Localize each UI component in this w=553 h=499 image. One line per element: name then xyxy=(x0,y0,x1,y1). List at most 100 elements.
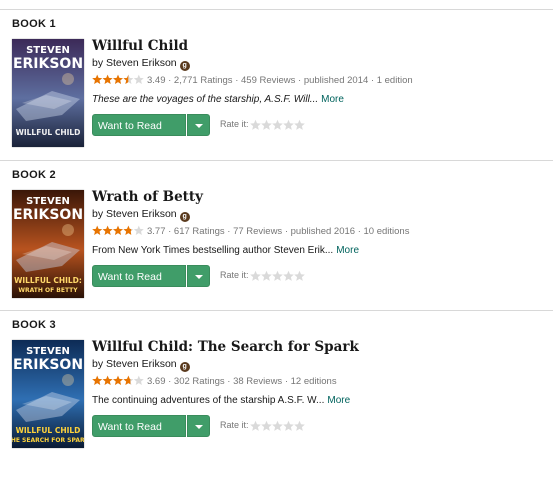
rating-meta: 3.77 · 617 Ratings · 77 Reviews · publis… xyxy=(92,225,547,240)
book-description: From New York Times bestselling author S… xyxy=(92,244,547,258)
book-title-link[interactable]: Willful Child: The Search for Spark xyxy=(92,339,547,356)
rating-stars-graphic xyxy=(92,375,144,386)
goodreads-author-badge-icon: g xyxy=(179,362,190,372)
cover-author-first-name: STEVEN xyxy=(26,346,70,357)
rate-star-icon[interactable] xyxy=(272,118,283,136)
want-to-read-button[interactable]: Want to Read xyxy=(92,114,186,136)
shelf-dropdown-button[interactable] xyxy=(187,265,210,287)
cover-author-first-name: STEVEN xyxy=(26,196,70,207)
shelf-actions: Want to Read Rate it: xyxy=(92,265,547,287)
shelf-dropdown-button[interactable] xyxy=(187,415,210,437)
book-info: Willful Child: The Search for Spark by S… xyxy=(92,339,547,437)
rate-star-icon[interactable] xyxy=(261,118,272,136)
rating-meta: 3.69 · 302 Ratings · 38 Reviews · 12 edi… xyxy=(92,375,547,390)
rate-it-label: Rate it: xyxy=(220,119,249,129)
goodreads-author-badge-icon: g xyxy=(179,61,190,71)
more-link[interactable]: More xyxy=(321,94,344,105)
star-icon xyxy=(102,74,113,85)
goodreads-author-badge-icon: g xyxy=(179,212,190,222)
rate-stars[interactable] xyxy=(250,118,305,136)
book-cover-art: STEVENERIKSON WILLFUL CHILD xyxy=(12,39,84,147)
average-rating-stars xyxy=(92,375,144,390)
book-cover-art: STEVENERIKSON WILLFUL CHILD: WRATH OF BETT… xyxy=(12,190,84,298)
caret-down-icon xyxy=(195,124,203,128)
by-label: by xyxy=(92,57,104,69)
star-icon xyxy=(113,375,123,386)
author-link[interactable]: Steven Erikson xyxy=(106,358,177,370)
book-description: The continuing adventures of the starshi… xyxy=(92,394,547,408)
author-line: by Steven Erikson g xyxy=(92,56,547,71)
cover-author-last-name: ERIKSON xyxy=(13,357,83,373)
rate-star-icon[interactable] xyxy=(250,419,261,437)
shelf-actions: Want to Read Rate it: xyxy=(92,114,547,136)
book-title-link[interactable]: Willful Child xyxy=(92,38,547,55)
rate-star-icon[interactable] xyxy=(250,269,261,287)
star-icon xyxy=(113,225,123,236)
cover-title-line: WILLFUL CHILD xyxy=(16,426,81,435)
book-number-label: BOOK 3 xyxy=(12,319,56,331)
rate-star-icon[interactable] xyxy=(283,118,294,136)
more-link[interactable]: More xyxy=(327,395,350,406)
star-icon xyxy=(133,74,144,85)
star-icon xyxy=(133,225,144,236)
rate-stars[interactable] xyxy=(250,419,305,437)
rating-stars-graphic xyxy=(92,225,144,236)
description-text: The continuing adventures of the starshi… xyxy=(92,395,325,406)
author-link[interactable]: Steven Erikson xyxy=(106,57,177,69)
rating-stats: 3.69 · 302 Ratings · 38 Reviews · 12 edi… xyxy=(147,376,337,387)
book-cover[interactable]: STEVEN ERIKSON WILLFUL CHILD: WRATH OF BETT… xyxy=(12,190,84,298)
rate-star-icon[interactable] xyxy=(261,419,272,437)
cover-title-line: WILLFUL CHILD xyxy=(16,128,81,137)
more-link[interactable]: More xyxy=(336,245,359,256)
book-cover[interactable]: STEVEN ERIKSON WILLFUL CHILD xyxy=(12,39,84,147)
by-label: by xyxy=(92,208,104,220)
cover-title-line: WILLFUL CHILD: xyxy=(14,276,82,285)
rate-star-icon[interactable] xyxy=(294,419,305,437)
by-label: by xyxy=(92,358,104,370)
author-link[interactable]: Steven Erikson xyxy=(106,208,177,220)
rate-it-label: Rate it: xyxy=(220,270,249,280)
rate-stars[interactable] xyxy=(250,269,305,287)
average-rating-stars xyxy=(92,225,144,240)
shelf-dropdown-button[interactable] xyxy=(187,114,210,136)
star-icon xyxy=(102,225,113,236)
rate-star-icon[interactable] xyxy=(294,118,305,136)
cover-subtitle-line: WRATH OF BETTY xyxy=(18,287,78,294)
author-line: by Steven Erikson g xyxy=(92,207,547,222)
book-entry: BOOK 1 STEVEN ERIKSON WILLFUL CHILD Willfu… xyxy=(0,9,553,160)
book-entry: BOOK 3 STEVENERIKSON WILLFUL CHILD THE SEA… xyxy=(0,310,553,461)
author-line: by Steven Erikson g xyxy=(92,357,547,372)
want-to-read-button[interactable]: Want to Read xyxy=(92,265,186,287)
book-number-label: BOOK 1 xyxy=(12,18,56,30)
caret-down-icon xyxy=(195,425,203,429)
rating-stats: 3.77 · 617 Ratings · 77 Reviews · publis… xyxy=(147,226,410,237)
star-icon xyxy=(92,375,103,386)
cover-author-last-name: ERIKSON xyxy=(13,207,83,223)
rate-star-icon[interactable] xyxy=(272,269,283,287)
book-title-link[interactable]: Wrath of Betty xyxy=(92,189,547,206)
rating-meta: 3.49 · 2,771 Ratings · 459 Reviews · pub… xyxy=(92,74,547,89)
average-rating-stars xyxy=(92,74,144,89)
caret-down-icon xyxy=(195,275,203,279)
book-cover-art: STEVENERIKSON WILLFUL CHILD THE SEARCH FOR… xyxy=(12,340,84,448)
book-cover[interactable]: STEVENERIKSON WILLFUL CHILD THE SEARCH FOR… xyxy=(12,340,84,448)
book-entry: BOOK 2 STEVEN ERIKSON WILLFUL CHILD: WRATH … xyxy=(0,160,553,311)
want-to-read-button[interactable]: Want to Read xyxy=(92,415,186,437)
book-info: Willful Child by Steven Erikson g 3.49 · … xyxy=(92,38,547,136)
cover-author-first-name: STEVEN xyxy=(26,45,70,56)
rate-star-icon[interactable] xyxy=(294,269,305,287)
cover-author-last-name: ERIKSON xyxy=(13,56,83,72)
rate-star-icon[interactable] xyxy=(283,419,294,437)
cover-subtitle-line: THE SEARCH FOR SPARK xyxy=(12,437,84,444)
book-info: Wrath of Betty by Steven Erikson g 3.77 ·… xyxy=(92,189,547,287)
book-number-label: BOOK 2 xyxy=(12,169,56,181)
shelf-actions: Want to Read Rate it: xyxy=(92,415,547,437)
rate-star-icon[interactable] xyxy=(261,269,272,287)
rating-stars-graphic xyxy=(92,74,144,85)
rate-star-icon[interactable] xyxy=(272,419,283,437)
rate-star-icon[interactable] xyxy=(283,269,294,287)
star-icon xyxy=(92,74,103,85)
rating-stats: 3.49 · 2,771 Ratings · 459 Reviews · pub… xyxy=(147,75,413,86)
star-icon xyxy=(113,74,123,85)
rate-star-icon[interactable] xyxy=(250,118,261,136)
